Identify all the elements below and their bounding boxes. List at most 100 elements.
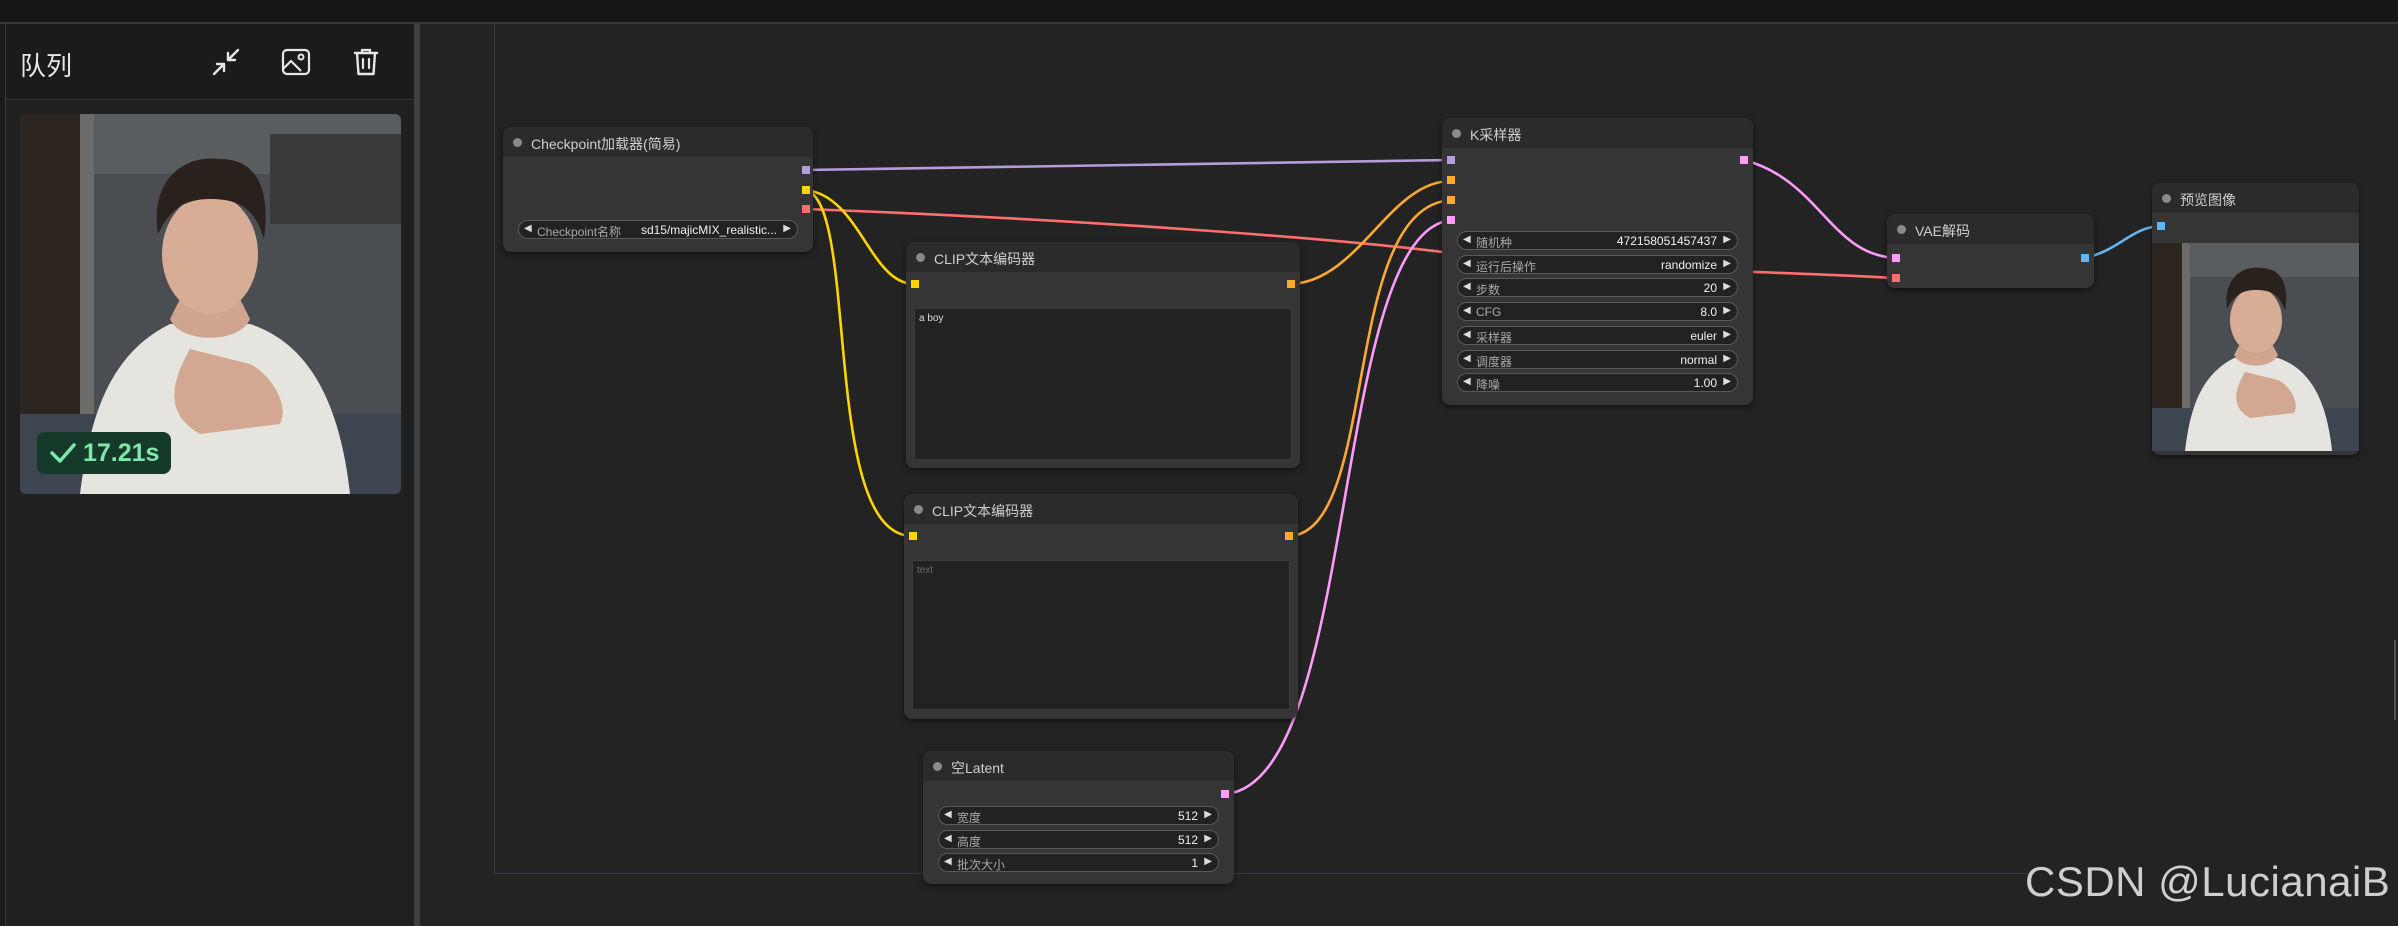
- widget-label: 降噪: [1476, 378, 1501, 392]
- node-title-bar[interactable]: CLIP文本编码器: [904, 494, 1298, 524]
- node-title: 预览图像: [2180, 192, 2236, 208]
- increment-arrow-icon[interactable]: ▶: [1723, 353, 1731, 364]
- node-preview-image[interactable]: 预览图像: [2152, 183, 2359, 455]
- increment-arrow-icon[interactable]: ▶: [1204, 856, 1212, 867]
- output-port-latent[interactable]: [1221, 790, 1229, 798]
- watermark: CSDN @LucianaiB: [2025, 858, 2391, 905]
- collapse-dot-icon[interactable]: [933, 762, 942, 771]
- input-port-images[interactable]: [2157, 222, 2165, 230]
- collapse-button[interactable]: [206, 42, 246, 82]
- status-badge: 17.21s: [37, 432, 172, 474]
- collapse-dot-icon[interactable]: [513, 138, 522, 147]
- output-port-model[interactable]: [802, 166, 810, 174]
- input-port-negative[interactable]: [1447, 196, 1455, 204]
- collapse-dot-icon[interactable]: [1452, 129, 1461, 138]
- input-port-vae[interactable]: [1892, 274, 1900, 282]
- widget-batch-size[interactable]: ◀ 批次大小 1 ▶: [938, 853, 1219, 872]
- widget-value: normal: [1680, 353, 1717, 367]
- widget-label: 高度: [957, 835, 982, 849]
- output-port-image[interactable]: [2081, 254, 2089, 262]
- decrement-arrow-icon[interactable]: ◀: [944, 833, 952, 844]
- widget-steps[interactable]: ◀ 步数 20 ▶: [1457, 278, 1738, 297]
- queue-item[interactable]: 17.21s: [20, 114, 401, 494]
- collapse-dot-icon[interactable]: [1897, 225, 1906, 234]
- node-ksampler[interactable]: K采样器 ◀ 随机种 472158051457437 ▶ ◀ 运行后操作 ran…: [1442, 118, 1753, 405]
- image-view-button[interactable]: [276, 42, 316, 82]
- increment-arrow-icon[interactable]: ▶: [1723, 305, 1731, 316]
- widget-label: 宽度: [957, 811, 982, 825]
- trash-icon: [353, 48, 379, 76]
- increment-arrow-icon[interactable]: ▶: [1723, 258, 1731, 269]
- output-port-conditioning[interactable]: [1287, 280, 1295, 288]
- sidebar-title: 队列: [20, 51, 73, 81]
- output-port-conditioning[interactable]: [1285, 532, 1293, 540]
- app-root: 队列 17.21s Checkpoint加载器(简易) ◀ Checkpoint…: [0, 0, 2398, 926]
- decrement-arrow-icon[interactable]: ◀: [1463, 258, 1471, 269]
- input-port-positive[interactable]: [1447, 176, 1455, 184]
- node-clip-text-positive[interactable]: CLIP文本编码器 a boy: [906, 242, 1300, 468]
- input-port-clip[interactable]: [911, 280, 919, 288]
- input-port-clip[interactable]: [909, 532, 917, 540]
- collapse-dot-icon[interactable]: [916, 253, 925, 262]
- node-checkpoint-loader[interactable]: Checkpoint加载器(简易) ◀ Checkpoint名称 sd15/ma…: [503, 127, 813, 252]
- decrement-arrow-icon[interactable]: ◀: [944, 856, 952, 867]
- widget-scheduler[interactable]: ◀ 调度器 normal ▶: [1457, 350, 1738, 369]
- increment-arrow-icon[interactable]: ▶: [1204, 833, 1212, 844]
- decrement-arrow-icon[interactable]: ◀: [1463, 234, 1471, 245]
- node-empty-latent[interactable]: 空Latent ◀ 宽度 512 ▶ ◀ 高度 512 ▶ ◀ 批次大小 1 ▶: [923, 751, 1234, 884]
- node-title: CLIP文本编码器: [932, 503, 1034, 519]
- decrement-arrow-icon[interactable]: ◀: [1463, 376, 1471, 387]
- increment-arrow-icon[interactable]: ▶: [783, 223, 791, 234]
- node-clip-text-negative[interactable]: CLIP文本编码器 text: [904, 494, 1298, 719]
- node-title-bar[interactable]: 空Latent: [923, 751, 1234, 781]
- widget-label: 调度器: [1476, 355, 1513, 369]
- node-title: Checkpoint加载器(简易): [531, 136, 681, 152]
- decrement-arrow-icon[interactable]: ◀: [1463, 353, 1471, 364]
- widget-label: 运行后操作: [1476, 260, 1537, 274]
- queue-sidebar-header: 队列: [6, 24, 414, 100]
- decrement-arrow-icon[interactable]: ◀: [944, 809, 952, 820]
- node-title-bar[interactable]: CLIP文本编码器: [906, 242, 1300, 272]
- node-vae-decode[interactable]: VAE解码: [1887, 214, 2094, 288]
- canvas-scroll-indicator[interactable]: [2394, 640, 2396, 720]
- clear-queue-button[interactable]: [346, 42, 386, 82]
- input-port-samples[interactable]: [1892, 254, 1900, 262]
- collapse-dot-icon[interactable]: [2162, 194, 2171, 203]
- widget-sampler[interactable]: ◀ 采样器 euler ▶: [1457, 326, 1738, 345]
- node-title-bar[interactable]: Checkpoint加载器(简易): [503, 127, 813, 157]
- widget-label: 批次大小: [957, 858, 1006, 872]
- widget-height[interactable]: ◀ 高度 512 ▶: [938, 830, 1219, 849]
- widget-checkpoint-name[interactable]: ◀ Checkpoint名称 sd15/majicMIX_realistic..…: [518, 220, 798, 239]
- widget-label: CFG: [1476, 305, 1502, 319]
- widget-denoise[interactable]: ◀ 降噪 1.00 ▶: [1457, 373, 1738, 392]
- widget-seed[interactable]: ◀ 随机种 472158051457437 ▶: [1457, 231, 1738, 250]
- widget-value: 512: [1177, 833, 1198, 847]
- widget-value: 8.0: [1700, 305, 1717, 319]
- widget-cfg[interactable]: ◀ CFG 8.0 ▶: [1457, 302, 1738, 321]
- prompt-textarea[interactable]: text: [912, 560, 1290, 710]
- increment-arrow-icon[interactable]: ▶: [1723, 234, 1731, 245]
- decrement-arrow-icon[interactable]: ◀: [1463, 329, 1471, 340]
- increment-arrow-icon[interactable]: ▶: [1204, 809, 1212, 820]
- collapse-arrows-icon: [212, 48, 240, 76]
- node-title-bar[interactable]: 预览图像: [2152, 183, 2359, 213]
- prompt-textarea[interactable]: a boy: [914, 308, 1292, 460]
- collapse-dot-icon[interactable]: [914, 505, 923, 514]
- output-port-vae[interactable]: [802, 205, 810, 213]
- decrement-arrow-icon[interactable]: ◀: [524, 223, 532, 234]
- input-port-latent[interactable]: [1447, 216, 1455, 224]
- decrement-arrow-icon[interactable]: ◀: [1463, 281, 1471, 292]
- node-title-bar[interactable]: K采样器: [1442, 118, 1753, 148]
- increment-arrow-icon[interactable]: ▶: [1723, 281, 1731, 292]
- input-port-model[interactable]: [1447, 156, 1455, 164]
- widget-control-after-generate[interactable]: ◀ 运行后操作 randomize ▶: [1457, 255, 1738, 274]
- node-title-bar[interactable]: VAE解码: [1887, 214, 2094, 244]
- decrement-arrow-icon[interactable]: ◀: [1463, 305, 1471, 316]
- increment-arrow-icon[interactable]: ▶: [1723, 376, 1731, 387]
- widget-width[interactable]: ◀ 宽度 512 ▶: [938, 806, 1219, 825]
- output-port-clip[interactable]: [802, 186, 810, 194]
- output-port-latent[interactable]: [1740, 156, 1748, 164]
- widget-label: Checkpoint名称: [537, 225, 622, 239]
- increment-arrow-icon[interactable]: ▶: [1723, 329, 1731, 340]
- widget-value: euler: [1690, 329, 1717, 343]
